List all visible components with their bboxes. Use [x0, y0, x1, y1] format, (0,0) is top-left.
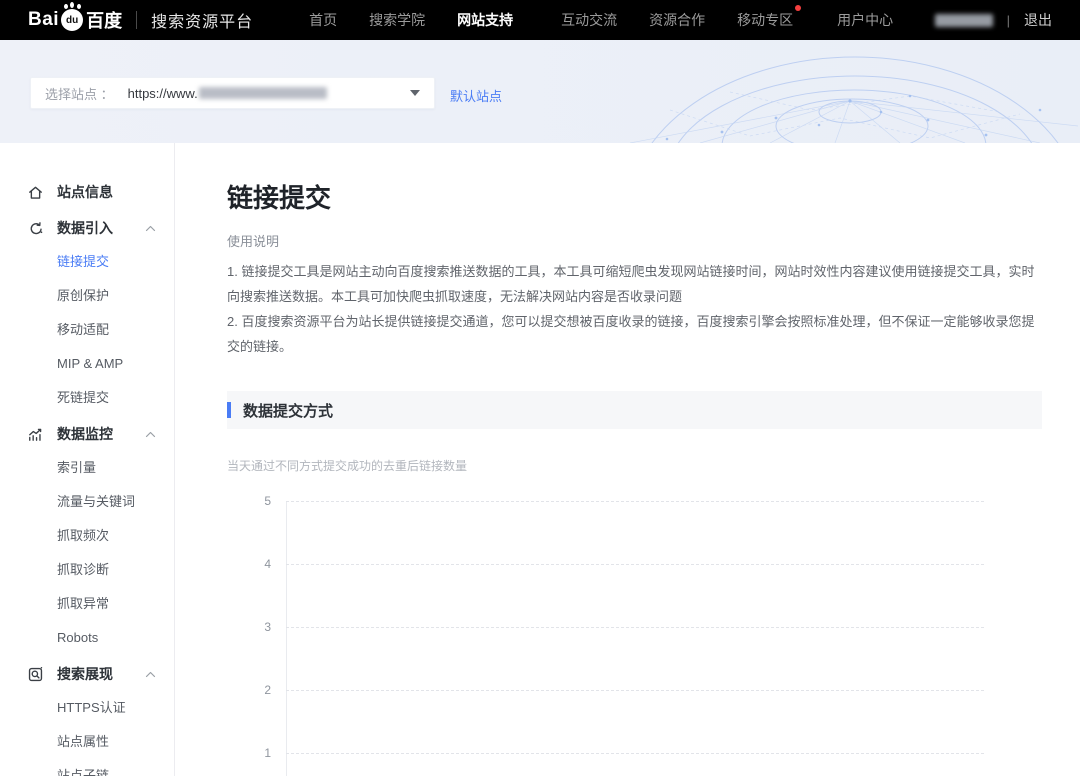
sidebar-group-1[interactable]: 数据引入	[0, 211, 174, 245]
sidebar-group-label: 站点信息	[57, 182, 113, 202]
sidebar-group-2[interactable]: 数据监控	[0, 417, 174, 451]
sidebar-item-1-4[interactable]: 死链提交	[0, 381, 174, 415]
search-display-icon	[27, 666, 44, 683]
nav-item-1[interactable]: 搜索学院	[369, 10, 425, 30]
gridline	[286, 753, 984, 754]
usage-instructions-title: 使用说明	[227, 231, 1043, 250]
nav-item-3[interactable]: 互动交流	[561, 10, 617, 30]
platform-name: 搜索资源平台	[151, 8, 253, 32]
section-title: 数据提交方式	[243, 400, 333, 421]
notification-dot	[795, 5, 801, 11]
sidebar-item-2-1[interactable]: 流量与关键词	[0, 485, 174, 519]
data-import-icon	[27, 220, 44, 237]
logo-text-du: du	[66, 15, 78, 26]
site-banner: 选择站点 ： https://www. 默认站点	[0, 40, 1080, 143]
y-tick-label: 4	[227, 557, 271, 571]
usage-item-0: 1. 链接提交工具是网站主动向百度搜索推送数据的工具，本工具可缩短爬虫发现网站链…	[227, 259, 1042, 309]
y-tick-label: 3	[227, 620, 271, 634]
chart-grid-row: 2	[227, 690, 1042, 753]
nav-user-area: | 退出	[935, 10, 1052, 30]
sidebar-item-1-3[interactable]: MIP & AMP	[0, 347, 174, 381]
nav-item-4[interactable]: 资源合作	[649, 10, 705, 30]
chart-grid-row: 1	[227, 753, 1042, 776]
sidebar-item-1-1[interactable]: 原创保护	[0, 279, 174, 313]
main-panel: 链接提交 使用说明 1. 链接提交工具是网站主动向百度搜索推送数据的工具，本工具…	[175, 143, 1043, 776]
y-tick-label: 2	[227, 683, 271, 697]
masked-username[interactable]	[935, 14, 993, 27]
sidebar-item-3-1[interactable]: 站点属性	[0, 725, 174, 759]
home-icon	[27, 184, 44, 201]
y-tick-label: 5	[227, 494, 271, 508]
sidebar-group-label: 搜索展现	[57, 664, 113, 684]
y-tick-label: 1	[227, 746, 271, 760]
nav-item-0[interactable]: 首页	[309, 10, 337, 30]
default-site-link[interactable]: 默认站点	[450, 86, 502, 105]
usage-instructions: 1. 链接提交工具是网站主动向百度搜索推送数据的工具，本工具可缩短爬虫发现网站链…	[227, 259, 1042, 359]
chart-subtitle: 当天通过不同方式提交成功的去重后链接数量	[227, 457, 1043, 474]
logo-text-bai: Bai	[28, 9, 59, 31]
sidebar-item-1-2[interactable]: 移动适配	[0, 313, 174, 347]
chevron-down-icon	[410, 90, 420, 96]
usage-item-1: 2. 百度搜索资源平台为站长提供链接提交通道，您可以提交想被百度收录的链接，百度…	[227, 309, 1042, 359]
main-nav: 首页 搜索学院 网站支持 互动交流 资源合作 移动专区 用户中心	[277, 10, 893, 30]
sidebar-item-2-2[interactable]: 抓取频次	[0, 519, 174, 553]
sidebar: 站点信息数据引入链接提交原创保护移动适配MIP & AMP死链提交数据监控索引量…	[0, 143, 175, 776]
logo-text-cn: 百度	[86, 7, 122, 33]
content-area: 站点信息数据引入链接提交原创保护移动适配MIP & AMP死链提交数据监控索引量…	[0, 143, 1080, 776]
data-monitor-icon	[27, 426, 44, 443]
baidu-logo[interactable]: Bai du 百度	[28, 7, 122, 33]
sidebar-item-2-5[interactable]: Robots	[0, 621, 174, 655]
chart-grid-row: 4	[227, 564, 1042, 627]
sidebar-item-2-4[interactable]: 抓取异常	[0, 587, 174, 621]
sidebar-group-label: 数据监控	[57, 424, 113, 444]
chart-grid-row: 5	[227, 501, 1042, 564]
sidebar-item-3-2[interactable]: 站点子链	[0, 759, 174, 776]
site-selector-dropdown[interactable]: 选择站点 ： https://www.	[30, 77, 435, 109]
top-navigation-bar: Bai du 百度 搜索资源平台 首页 搜索学院 网站支持 互动交流 资源合作 移动专区 用…	[0, 0, 1080, 40]
gridline	[286, 564, 984, 565]
sidebar-item-2-0[interactable]: 索引量	[0, 451, 174, 485]
section-accent-bar	[227, 402, 231, 418]
gridline	[286, 501, 984, 502]
sidebar-item-2-3[interactable]: 抓取诊断	[0, 553, 174, 587]
site-selector-label: 选择站点 ：	[45, 84, 114, 103]
gridline	[286, 690, 984, 691]
nav-divider: |	[1007, 13, 1010, 28]
logout-link[interactable]: 退出	[1024, 10, 1052, 30]
sidebar-item-3-0[interactable]: HTTPS认证	[0, 691, 174, 725]
section-header-data-submission: 数据提交方式	[227, 391, 1042, 429]
globe-wireframe-graphic	[610, 40, 1080, 143]
selected-site-url: https://www.	[128, 86, 327, 101]
gridline	[286, 627, 984, 628]
chevron-up-icon[interactable]	[145, 671, 156, 678]
sidebar-group-3[interactable]: 搜索展现	[0, 657, 174, 691]
nav-item-6[interactable]: 用户中心	[837, 10, 893, 30]
page-title: 链接提交	[227, 183, 1043, 213]
masked-site-domain	[199, 87, 327, 99]
chevron-up-icon[interactable]	[145, 431, 156, 438]
chart-grid-row: 3	[227, 627, 1042, 690]
submission-chart: 54321	[227, 501, 1042, 776]
baidu-paw-icon: du	[61, 9, 83, 31]
sidebar-item-1-0[interactable]: 链接提交	[0, 245, 174, 279]
sidebar-group-label: 数据引入	[57, 218, 113, 238]
logo-divider	[136, 11, 137, 29]
nav-item-2[interactable]: 网站支持	[457, 10, 513, 30]
chart-grid: 54321	[227, 501, 1042, 776]
chevron-up-icon[interactable]	[145, 225, 156, 232]
nav-item-5[interactable]: 移动专区	[737, 10, 793, 30]
sidebar-group-0[interactable]: 站点信息	[0, 175, 174, 209]
